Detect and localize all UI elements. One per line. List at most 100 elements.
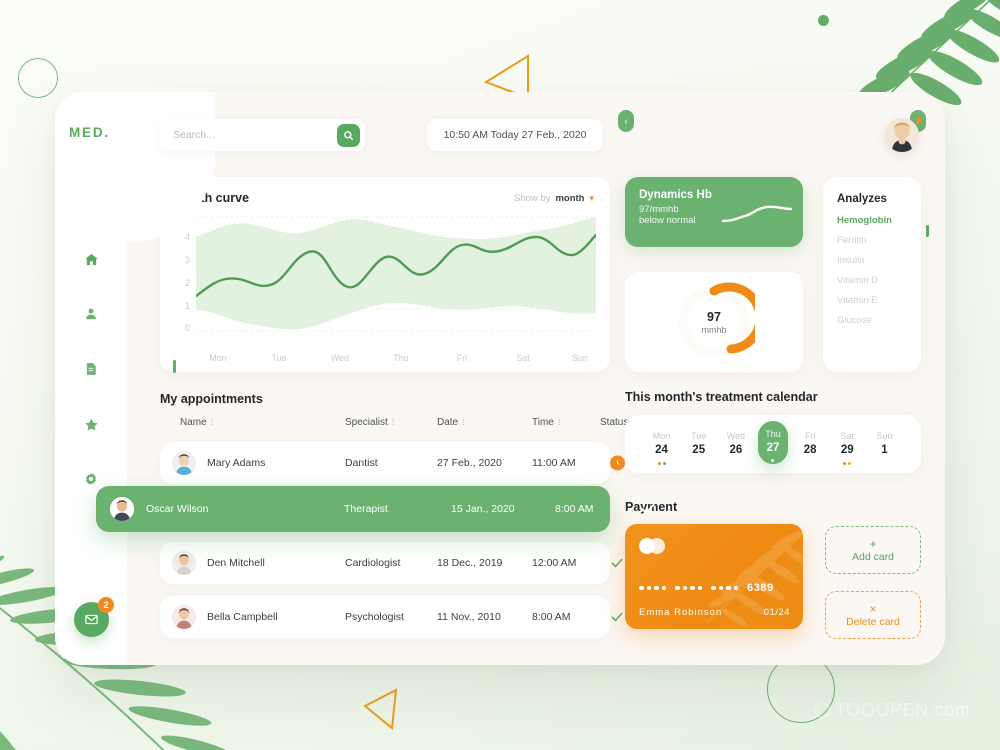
sidebar-item-home[interactable] <box>74 242 108 276</box>
calendar-dow: Sun <box>876 430 893 441</box>
sort-icon[interactable]: ⁞ <box>392 418 395 427</box>
calendar-day-tue[interactable]: Tue 25 <box>684 426 714 463</box>
column-header-date[interactable]: Date ⁞ <box>437 417 465 428</box>
calendar-date: 27 <box>766 441 780 454</box>
sort-icon[interactable]: ⁞ <box>558 418 561 427</box>
document-icon <box>86 363 96 375</box>
x-tick-tue: Tue <box>271 353 287 363</box>
clock-icon <box>610 455 625 471</box>
row-name: Oscar Wilson <box>146 503 209 515</box>
avatar-image <box>110 497 134 521</box>
avatar-wrapper[interactable] <box>885 117 922 152</box>
row-time: 8:00 AM <box>555 503 594 515</box>
calendar-date: 24 <box>655 443 668 456</box>
column-header-time[interactable]: Time ⁞ <box>532 417 560 428</box>
y-tick-3: 3 <box>184 255 190 265</box>
sidebar-item-profile[interactable] <box>74 297 108 331</box>
messages-badge: 2 <box>98 597 114 613</box>
avatar[interactable] <box>885 118 919 152</box>
column-header-specialist[interactable]: Specialist ⁞ <box>345 417 394 428</box>
analyzes-card: Analyzes Hemoglobin Ferritin Insulin Vit… <box>823 177 929 372</box>
analyze-item-glucose[interactable]: Glucose <box>837 315 921 326</box>
column-label: Date <box>437 417 459 428</box>
x-tick-wed: Wed <box>330 353 350 363</box>
health-curve-card: Health curve Show by month ▾ 4 3 2 1 0 M… <box>160 177 610 372</box>
dynamics-hb-card[interactable]: Dynamics Hb 97/mmhb below normal <box>625 177 803 247</box>
calendar-day-wed[interactable]: Wed 26 <box>721 426 751 463</box>
gauge-unit: mmhb <box>701 324 727 335</box>
watermark: TOOOPEN.com <box>815 700 970 721</box>
datetime-display: 10:50 AM Today 27 Feb., 2020 <box>427 119 603 151</box>
page-background: TOOOPEN.com 2 MED. Search... 10:50 AM To… <box>0 0 1000 750</box>
row-time: 11:00 AM <box>532 457 576 469</box>
calendar-dow: Wed <box>726 430 746 441</box>
sidebar-item-favorites[interactable] <box>74 407 108 441</box>
calendar-day-sun[interactable]: Sun 1 <box>869 426 899 463</box>
calendar-date: 1 <box>881 443 888 456</box>
status-badge <box>610 455 625 471</box>
analyze-item-insulin[interactable]: Insulin <box>837 255 921 266</box>
show-by-control[interactable]: Show by month ▾ <box>514 193 594 204</box>
search-input[interactable] <box>160 129 337 141</box>
search-box[interactable] <box>160 119 365 151</box>
analyze-item-vitamin-d[interactable]: Vitamin D <box>837 275 921 286</box>
card-number: 6389 <box>639 582 774 594</box>
analyze-item-ferritin[interactable]: Ferritin <box>837 235 921 246</box>
row-time: 12:00 AM <box>532 557 577 569</box>
table-row[interactable]: Den Mitchell Cardiologist 18 Dec., 2019 … <box>160 542 650 584</box>
calendar-day-mon[interactable]: Mon 24 <box>647 426 677 465</box>
card-holder-name: Emma Robinson <box>639 607 723 618</box>
calendar-date: 25 <box>692 443 706 456</box>
decorative-triangle-bottom <box>363 688 398 730</box>
user-icon <box>86 308 96 320</box>
home-icon <box>84 253 98 265</box>
row-date: 11 Nov., 2010 <box>437 611 501 623</box>
show-by-value[interactable]: month <box>555 193 584 204</box>
mastercard-icon <box>639 538 669 554</box>
card-last-four: 6389 <box>747 582 774 594</box>
add-card-label: Add card <box>851 550 895 563</box>
chevron-down-icon[interactable]: ▾ <box>589 193 594 204</box>
row-specialist: Therapist <box>344 503 388 515</box>
analyze-item-hemoglobin[interactable]: Hemoglobin <box>837 215 921 226</box>
watermark-icon <box>815 703 830 718</box>
y-tick-1: 1 <box>184 301 190 311</box>
messages-button[interactable]: 2 <box>74 597 114 637</box>
sidebar-active-indicator <box>173 360 176 373</box>
calendar-day-sat[interactable]: Sat 29 <box>832 426 862 465</box>
treatment-calendar: Mon 24 Tue 25 Wed 26 Thu 27 Fri 28 Sat 2… <box>625 415 921 473</box>
calendar-day-fri[interactable]: Fri 28 <box>795 426 825 463</box>
row-name: Mary Adams <box>207 457 266 469</box>
search-button[interactable] <box>337 123 360 147</box>
credit-card[interactable]: 6389 Emma Robinson 01/24 <box>625 524 803 629</box>
avatar-status-dot <box>916 117 922 123</box>
row-menu-button[interactable]: ⁞ <box>677 503 680 515</box>
star-icon <box>84 418 98 430</box>
show-by-label: Show by <box>514 193 551 204</box>
avatar-image <box>172 451 196 475</box>
row-specialist: Dantist <box>345 457 378 469</box>
check-icon <box>641 504 655 514</box>
card-expiry: 01/24 <box>763 607 790 618</box>
calendar-event-dots <box>832 461 862 465</box>
calendar-date: 29 <box>840 443 854 456</box>
column-label: Name <box>180 417 207 428</box>
watermark-text: TOOOPEN.com <box>835 700 971 720</box>
row-avatar <box>172 551 196 575</box>
calendar-dow: Sat <box>840 430 855 441</box>
sort-icon[interactable]: ⁞ <box>211 418 214 427</box>
calendar-day-thu[interactable]: Thu 27 <box>757 420 788 464</box>
analyze-item-vitamin-e[interactable]: Vitamin E <box>837 295 921 306</box>
table-row[interactable]: Mary Adams Dantist 27 Feb., 2020 11:00 A… <box>160 442 650 484</box>
table-row[interactable]: Oscar Wilson Therapist 15 Jan., 2020 8:0… <box>96 486 680 532</box>
add-card-button[interactable]: + Add card <box>825 526 921 574</box>
column-label: Specialist <box>345 417 388 428</box>
avatar-image <box>172 605 196 629</box>
logo[interactable]: MED. <box>69 125 110 140</box>
delete-card-label: Delete card <box>846 615 900 628</box>
column-header-name[interactable]: Name ⁞ <box>180 417 213 428</box>
sidebar-item-documents[interactable] <box>74 352 108 386</box>
table-row[interactable]: Bella Campbell Psychologist 11 Nov., 201… <box>160 596 650 638</box>
delete-card-button[interactable]: × Delete card <box>825 591 921 639</box>
sort-icon[interactable]: ⁞ <box>462 418 465 427</box>
